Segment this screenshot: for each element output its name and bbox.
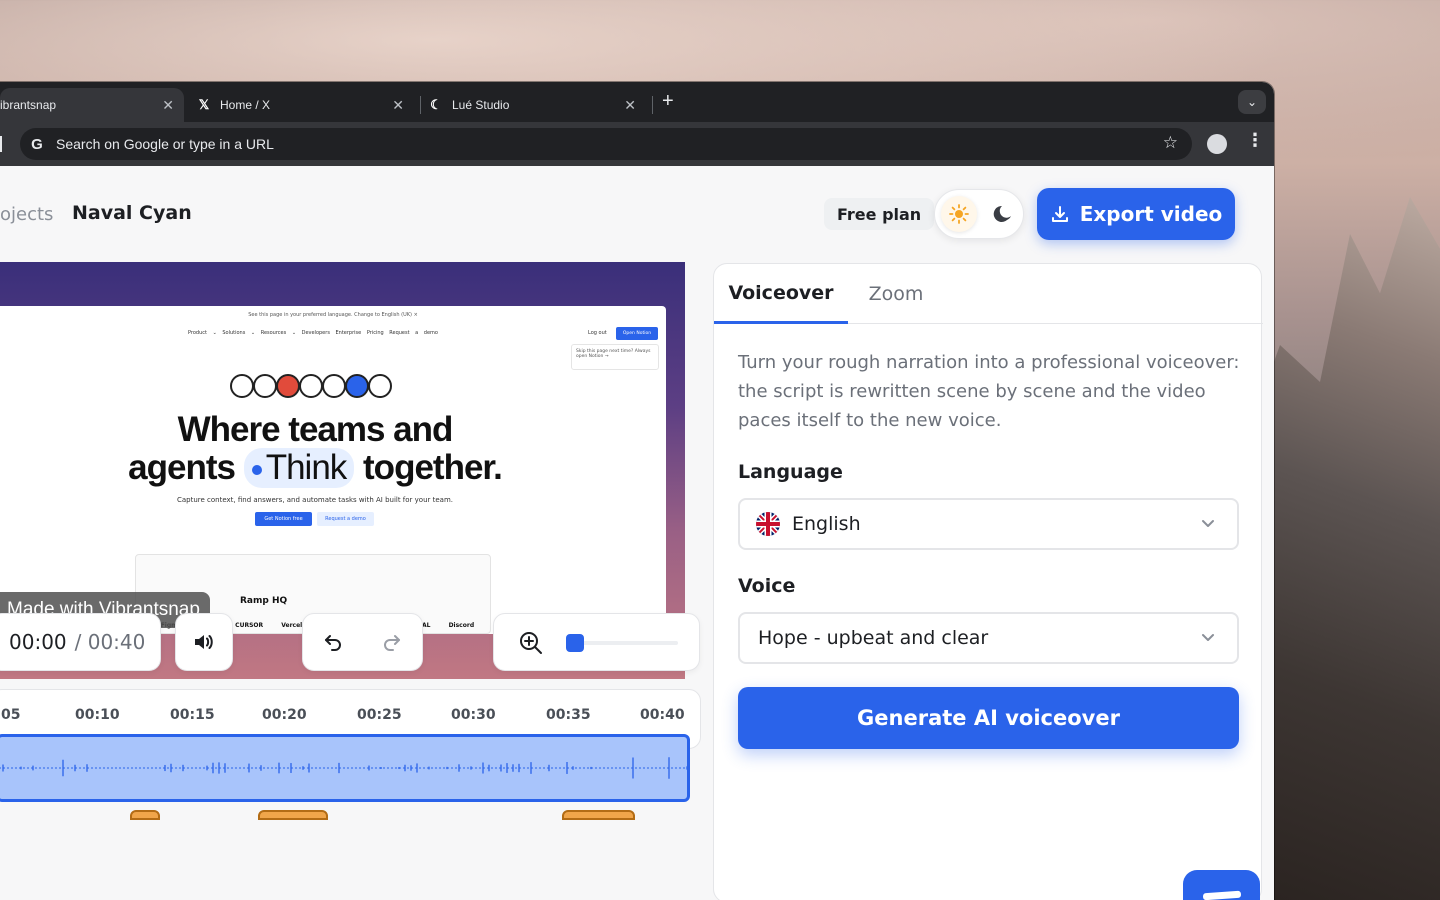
preview-headline-1: Where teams and — [177, 410, 454, 449]
tab-label: ibrantsnap — [0, 98, 57, 112]
language-label: Language — [738, 461, 843, 483]
profile-avatar[interactable] — [1207, 134, 1227, 154]
timeline-tick: 00:15 — [170, 707, 215, 723]
tab-separator — [652, 96, 653, 114]
total-time: / 00:40 — [74, 630, 146, 654]
new-tab-button[interactable]: + — [662, 90, 674, 113]
preview-headline-2: agents Think together. — [0, 448, 630, 488]
panel-tabs: Voiceover Zoom — [714, 264, 1263, 324]
close-icon[interactable]: ✕ — [392, 97, 404, 114]
generate-voiceover-button[interactable]: Generate AI voiceover — [738, 687, 1239, 749]
download-icon — [1051, 206, 1068, 222]
google-icon: G — [31, 135, 43, 153]
tab-lue-studio[interactable]: ☾ Lué Studio ✕ — [428, 88, 646, 122]
preview-subtitle: Capture context, find answers, and autom… — [176, 496, 454, 504]
zoom-slider-thumb[interactable] — [566, 634, 584, 652]
undo-redo-group — [302, 613, 423, 671]
voice-select[interactable]: Hope - upbeat and clear — [738, 612, 1239, 664]
waveform-graphic — [0, 757, 687, 779]
timeline-clip[interactable] — [258, 810, 328, 820]
preview-avatars — [230, 374, 392, 398]
preview-cta-primary: Get Notion free — [255, 512, 312, 526]
moon-icon: ☾ — [430, 97, 442, 112]
avatar — [299, 374, 323, 398]
reload-icon[interactable] — [0, 136, 2, 152]
avatar — [345, 374, 369, 398]
preview-website: See this page in your preferred language… — [0, 306, 666, 634]
undo-icon[interactable] — [322, 631, 344, 653]
timeline-tick: 00:35 — [546, 707, 591, 723]
tab-vibrantsnap[interactable]: ibrantsnap ✕ — [0, 88, 184, 122]
voice-value: Hope - upbeat and clear — [758, 627, 989, 649]
preview-banner: See this page in your preferred language… — [248, 312, 418, 318]
preview-nav: Product ⌄ Solutions ⌄ Resources ⌄ Develo… — [188, 330, 438, 336]
moon-icon[interactable] — [987, 198, 1019, 230]
close-icon[interactable]: ✕ — [162, 97, 174, 114]
audio-waveform-track[interactable] — [0, 734, 690, 802]
export-video-button[interactable]: Export video — [1037, 188, 1235, 240]
tab-zoom[interactable]: Zoom — [848, 264, 944, 324]
avatar — [368, 374, 392, 398]
tab-home-x[interactable]: 𝕏 Home / X ✕ — [196, 88, 414, 122]
headline-word: together. — [363, 448, 503, 487]
language-select[interactable]: English — [738, 498, 1239, 550]
feedback-button[interactable] — [1183, 870, 1260, 900]
free-plan-badge[interactable]: Free plan — [824, 198, 935, 230]
dot-icon — [251, 464, 262, 475]
tab-voiceover[interactable]: Voiceover — [714, 264, 848, 324]
think-label: Think — [265, 448, 348, 487]
timeline-tick: 00:20 — [262, 707, 307, 723]
timeline-tick: 00:30 — [451, 707, 496, 723]
zoom-control — [493, 613, 700, 671]
avatar — [322, 374, 346, 398]
preview-open-button: Open Notion — [616, 327, 658, 340]
settings-panel: Voiceover Zoom Turn your rough narration… — [713, 263, 1263, 900]
chevron-down-icon — [1202, 520, 1214, 527]
preview-logout: Log out — [588, 330, 607, 336]
voiceover-description: Turn your rough narration into a profess… — [738, 352, 1240, 431]
avatar — [276, 374, 300, 398]
close-icon[interactable]: ✕ — [624, 97, 636, 114]
uk-flag-icon — [756, 512, 780, 536]
voice-label: Voice — [738, 575, 796, 597]
tab-label: Lué Studio — [452, 98, 510, 112]
address-bar[interactable]: G Search on Google or type in a URL ☆ — [20, 128, 1192, 160]
breadcrumb-projects[interactable]: ojects — [0, 204, 53, 225]
language-value: English — [792, 513, 861, 535]
theme-toggle[interactable] — [934, 189, 1024, 239]
export-label: Export video — [1079, 202, 1223, 226]
avatar — [230, 374, 254, 398]
zoom-in-icon[interactable] — [518, 630, 544, 656]
volume-button[interactable] — [175, 613, 233, 671]
timeline-tick: 05 — [1, 707, 21, 723]
avatar — [253, 374, 277, 398]
volume-icon — [195, 635, 213, 649]
address-placeholder: Search on Google or type in a URL — [56, 136, 274, 152]
tab-label: Home / X — [220, 98, 271, 112]
headline-word: agents — [128, 448, 236, 487]
sun-icon[interactable] — [941, 196, 977, 232]
browser-tabbar: ibrantsnap ✕ 𝕏 Home / X ✕ ☾ Lué Studio ✕… — [0, 82, 1274, 122]
preview-ramp-label: Ramp HQ — [240, 596, 288, 606]
preview-cta-secondary: Request a demo — [317, 512, 374, 526]
project-title: Naval Cyan — [72, 202, 192, 224]
browser-menu-icon[interactable]: ⋮ — [1246, 130, 1264, 151]
browser-toolbar: G Search on Google or type in a URL ☆ ⋮ — [0, 122, 1274, 166]
time-display: 00:00 / 00:40 — [0, 613, 161, 671]
preview-popup: Skip this page next time? Always open No… — [571, 344, 659, 370]
redo-icon[interactable] — [381, 631, 403, 653]
tab-search-button[interactable]: ⌄ — [1238, 90, 1266, 114]
x-logo-icon: 𝕏 — [198, 97, 210, 112]
bookmark-star-icon[interactable]: ☆ — [1163, 133, 1178, 153]
chat-icon — [1202, 890, 1242, 900]
think-pill: Think — [243, 448, 355, 488]
timeline-clip[interactable] — [562, 810, 635, 820]
timeline-tick: 00:40 — [640, 707, 685, 723]
chevron-down-icon — [1202, 634, 1214, 641]
timeline-clip[interactable] — [130, 810, 160, 820]
current-time: 00:00 — [9, 630, 67, 654]
timeline-tick: 00:25 — [357, 707, 402, 723]
timeline-tick: 00:10 — [75, 707, 120, 723]
tab-separator — [420, 96, 421, 114]
